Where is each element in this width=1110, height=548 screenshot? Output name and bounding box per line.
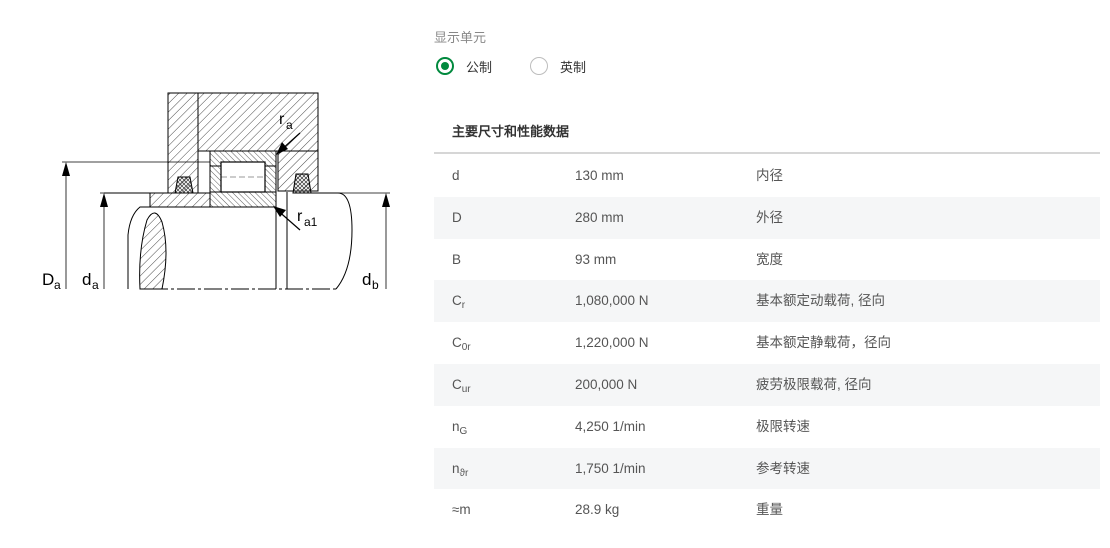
- dimension-label-ra1: r a1: [297, 208, 318, 229]
- row-description: 基本额定动载荷, 径向: [756, 293, 886, 309]
- svg-text:a1: a1: [304, 215, 318, 229]
- dimension-label-da: d a: [82, 270, 99, 292]
- row-value: 280 mm: [575, 209, 624, 225]
- table-title: 主要尺寸和性能数据: [452, 124, 570, 139]
- row-value: 200,000 N: [575, 376, 638, 392]
- row-description: 内径: [756, 168, 783, 183]
- row-description: 基本额定静载荷，径向: [756, 335, 891, 351]
- svg-text:d: d: [82, 270, 91, 289]
- table-row: nG 4,250 1/min 极限转速: [434, 406, 1100, 448]
- radio-metric-label: 公制: [466, 59, 493, 75]
- row-value: 28.9 kg: [575, 502, 620, 518]
- row-value: 1,750 1/min: [575, 460, 646, 476]
- roller: [220, 161, 266, 193]
- row-symbol: B: [452, 251, 462, 267]
- unit-radio-group: 公制 英制: [434, 55, 734, 77]
- row-description: 极限转速: [756, 418, 810, 434]
- row-description: 外径: [756, 209, 783, 225]
- table-row: nϑr 1,750 1/min 参考转速: [434, 447, 1100, 490]
- bearing-section-diagram: D a d a d b r a r a1: [42, 92, 390, 292]
- row-value: 1,080,000 N: [575, 293, 649, 309]
- svg-text:b: b: [372, 278, 379, 292]
- row-value: 130 mm: [575, 168, 624, 183]
- row-description: 宽度: [756, 251, 783, 267]
- row-symbol: Cur: [452, 376, 471, 395]
- row-value: 1,220,000 N: [575, 335, 649, 351]
- row-symbol: C0r: [452, 335, 471, 354]
- row-description: 疲劳极限载荷, 径向: [756, 376, 872, 392]
- table-divider: [434, 152, 1100, 154]
- table-row: Cur 200,000 N 疲劳极限载荷, 径向: [434, 363, 1100, 406]
- table-row: Cr 1,080,000 N 基本额定动载荷, 径向: [434, 280, 1100, 323]
- radio-circle-checked[interactable]: [436, 57, 454, 75]
- svg-text:a: a: [54, 278, 61, 292]
- unit-heading: 显示单元: [434, 30, 487, 45]
- row-symbol: D: [452, 209, 462, 225]
- svg-text:r: r: [297, 208, 303, 225]
- row-description: 参考转速: [756, 460, 810, 476]
- row-symbol: Cr: [452, 293, 466, 312]
- table-row: D 280 mm 外径: [434, 196, 1100, 239]
- svg-text:r: r: [279, 111, 285, 128]
- inner-ring: [209, 191, 277, 208]
- row-symbol: d: [452, 168, 460, 183]
- dimension-label-db: d b: [362, 270, 379, 292]
- svg-text:a: a: [92, 278, 99, 292]
- row-symbol: nG: [452, 418, 468, 437]
- bearing-mounting-drawing: D a d a d b r a r a1: [0, 0, 420, 543]
- row-symbol: nϑr: [452, 460, 469, 479]
- row-value: 93 mm: [575, 251, 617, 267]
- dimension-label-Da: D a: [42, 270, 61, 292]
- table-row: B 93 mm 宽度: [434, 239, 1100, 281]
- table-row: d 130 mm 内径: [434, 155, 1100, 197]
- radio-metric[interactable]: 公制: [436, 55, 492, 77]
- row-symbol: ≈m: [452, 502, 471, 518]
- table-row: C0r 1,220,000 N 基本额定静载荷，径向: [434, 322, 1100, 364]
- svg-text:D: D: [42, 270, 54, 289]
- table-row: ≈m 28.9 kg 重量: [434, 489, 1100, 531]
- radio-circle-unchecked[interactable]: [530, 57, 548, 75]
- row-value: 4,250 1/min: [575, 418, 646, 434]
- specs-table: d 130 mm 内径 D 280 mm 外径 B 93 mm 宽度 Cr 1,…: [434, 155, 1100, 531]
- radio-imperial[interactable]: 英制: [530, 55, 586, 77]
- svg-text:d: d: [362, 270, 371, 289]
- svg-text:a: a: [286, 118, 293, 132]
- radio-imperial-label: 英制: [560, 59, 587, 75]
- row-description: 重量: [756, 502, 783, 518]
